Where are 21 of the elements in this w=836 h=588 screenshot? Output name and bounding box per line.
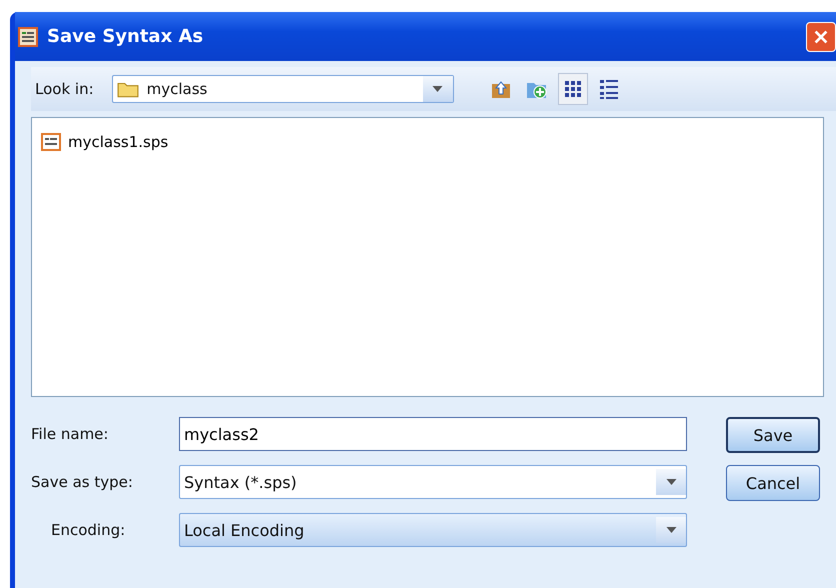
field-label: Encoding: [50,521,126,539]
field-label: File name: [31,425,110,443]
folder-icon [116,80,139,98]
syntax-file-icon [40,131,62,153]
syntax-file-icon [17,26,39,48]
look-in-dropdown[interactable]: myclass [112,75,454,103]
cancel-button[interactable]: Cancel [726,465,820,501]
list-view-button[interactable] [558,73,588,105]
details-view-icon [598,78,620,100]
save-button[interactable]: Save [726,417,820,453]
field-label: Save as type: [31,473,134,491]
close-button[interactable] [806,22,836,52]
caret-icon [666,479,676,485]
file-item[interactable]: myclass1.sps [38,130,170,154]
dropdown[interactable]: Syntax (*.sps) [179,465,687,499]
window-title: Save Syntax As [47,26,204,47]
look-in-label: Look in: [35,80,94,98]
caret-icon [666,527,676,533]
dropdown[interactable]: Local Encoding [179,513,687,547]
file-name-field[interactable]: myclass2 [179,417,687,451]
caret-icon [432,86,444,92]
